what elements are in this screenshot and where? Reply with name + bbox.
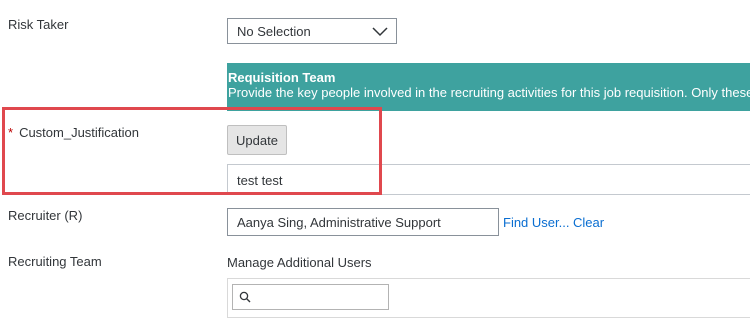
requisition-form: Risk Taker No Selection Requisition Team… (0, 0, 750, 322)
chevron-down-icon (372, 27, 388, 37)
update-button[interactable]: Update (227, 125, 287, 155)
custom-justification-label-text: Custom_Justification (19, 125, 140, 140)
user-search-input[interactable] (232, 284, 389, 310)
additional-users-box (227, 278, 750, 318)
risk-taker-select[interactable]: No Selection (227, 18, 397, 44)
requisition-team-title: Requisition Team (228, 70, 336, 85)
required-marker: * (8, 125, 14, 140)
risk-taker-selected-value: No Selection (237, 24, 311, 39)
custom-justification-value: test test (237, 173, 283, 188)
recruiter-label: Recruiter (R) (8, 208, 83, 223)
recruiter-value: Aanya Sing, Administrative Support (237, 215, 441, 230)
requisition-team-banner: Requisition Team Provide the key people … (227, 63, 750, 111)
custom-justification-field[interactable]: test test (227, 164, 750, 195)
custom-justification-label: * Custom_Justification (8, 125, 139, 140)
recruiting-team-label: Recruiting Team (8, 254, 102, 269)
requisition-team-description: Provide the key people involved in the r… (228, 85, 750, 100)
find-user-link[interactable]: Find User... (503, 215, 569, 230)
recruiter-input[interactable]: Aanya Sing, Administrative Support (227, 208, 499, 236)
manage-additional-users-text: Manage Additional Users (227, 255, 372, 270)
search-icon (239, 291, 251, 303)
clear-link[interactable]: Clear (573, 215, 604, 230)
risk-taker-label: Risk Taker (8, 17, 69, 32)
